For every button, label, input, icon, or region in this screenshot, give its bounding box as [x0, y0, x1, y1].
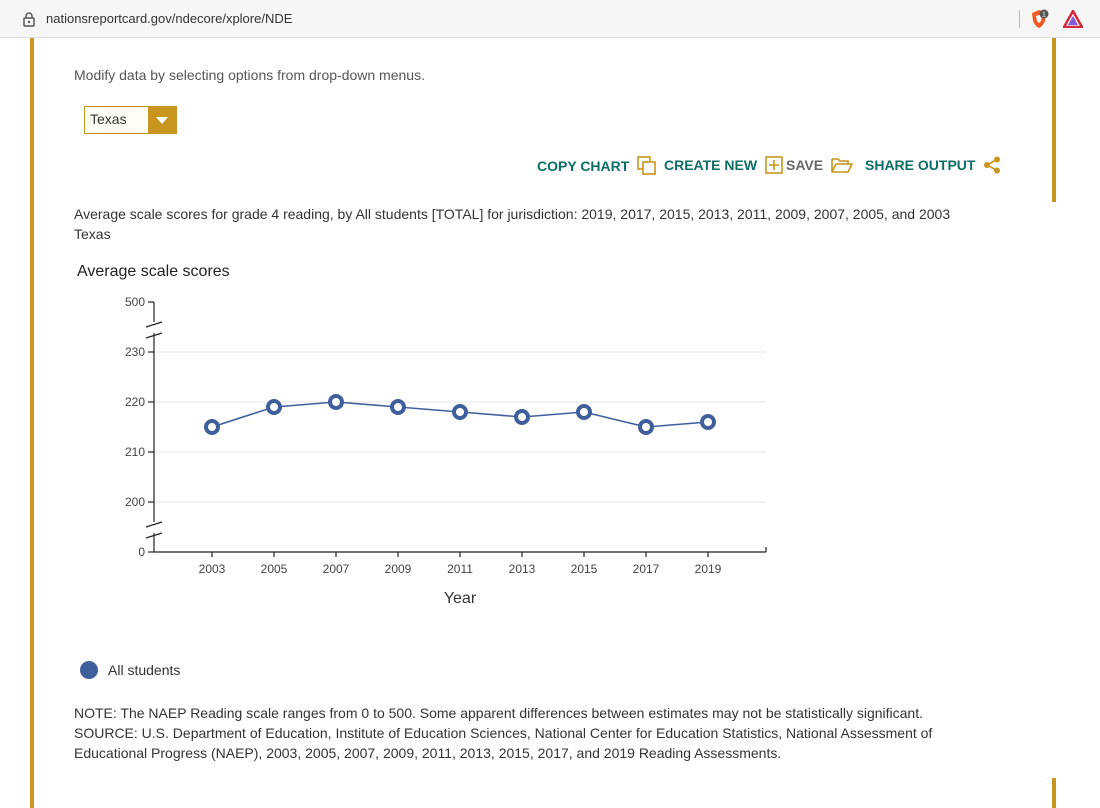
chart-notes: NOTE: The NAEP Reading scale ranges from…: [74, 703, 1004, 763]
data-point: [266, 399, 282, 415]
x-tick-label: 2009: [385, 562, 412, 576]
data-point: [328, 394, 344, 410]
x-tick-label: 2017: [633, 562, 660, 576]
data-point: [576, 404, 592, 420]
x-tick-label: 2005: [261, 562, 288, 576]
data-point: [390, 399, 406, 415]
y-tick-label: 220: [125, 395, 145, 409]
x-tick-label: 2019: [695, 562, 722, 576]
source-text: SOURCE: U.S. Department of Education, In…: [74, 725, 933, 761]
x-tick-label: 2011: [447, 562, 473, 576]
data-point: [452, 404, 468, 420]
data-point: [638, 419, 654, 435]
legend-label-all-students: All students: [108, 662, 181, 678]
y-tick-label: 500: [125, 295, 145, 309]
y-tick-label: 210: [125, 445, 145, 459]
line-chart: 0 200 210 220 230 500 2003 2005 2007 2009 2011 2013…: [125, 295, 767, 607]
x-tick-label: 2015: [571, 562, 598, 576]
x-tick-label: 2013: [509, 562, 536, 576]
panel-right-accent-bottom: [1052, 778, 1056, 808]
axis-break-mark: [145, 321, 163, 328]
data-point: [700, 414, 716, 430]
data-point: [204, 419, 220, 435]
y-tick-label: 230: [125, 345, 145, 359]
x-axis-title: Year: [444, 590, 477, 607]
legend-marker-all-students: [80, 661, 98, 679]
data-point: [514, 409, 530, 425]
axis-break-mark: [145, 521, 163, 528]
x-tick-label: 2003: [199, 562, 226, 576]
y-tick-label: 0: [138, 545, 145, 559]
x-tick-label: 2007: [323, 562, 350, 576]
y-tick-label: 200: [125, 495, 145, 509]
chart-legend: All students: [80, 661, 180, 679]
note-text: NOTE: The NAEP Reading scale ranges from…: [74, 705, 923, 721]
